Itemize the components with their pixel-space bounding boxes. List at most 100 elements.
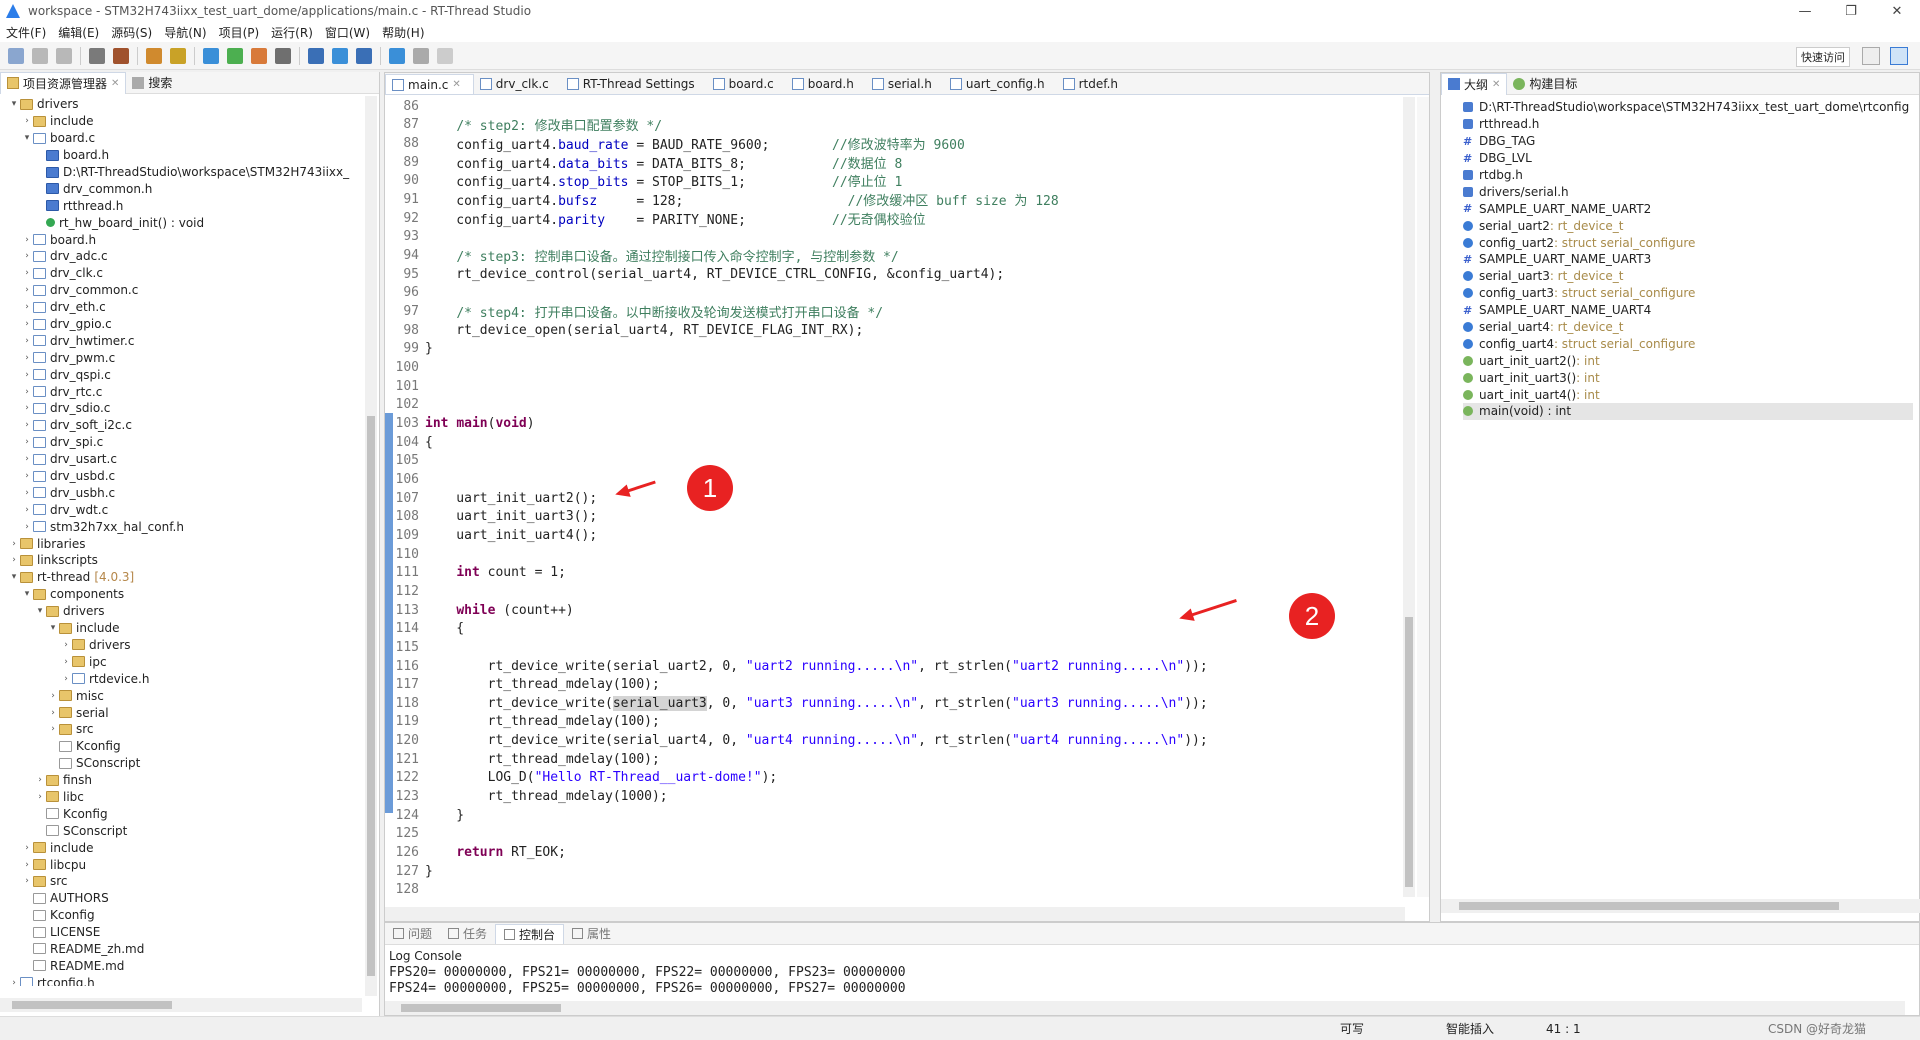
tree-row[interactable]: rtthread.h <box>0 197 362 214</box>
code-line[interactable]: 108 uart_init_uart3(); <box>385 507 1405 526</box>
chevron-down-icon[interactable]: ▾ <box>21 589 33 599</box>
chevron-right-icon[interactable]: › <box>21 387 33 397</box>
tree-row[interactable]: › drivers <box>0 637 362 654</box>
outline-item[interactable]: uart_init_uart3() : int <box>1463 369 1913 386</box>
code-line[interactable]: 86 <box>385 97 1405 116</box>
tree-row[interactable]: Kconfig <box>0 907 362 924</box>
chevron-right-icon[interactable]: › <box>21 319 33 329</box>
outline-item[interactable]: serial_uart2 : rt_device_t <box>1463 217 1913 234</box>
tree-row[interactable]: › drv_sdio.c <box>0 400 362 417</box>
tree-row[interactable]: › drv_pwm.c <box>0 349 362 366</box>
chevron-right-icon[interactable]: › <box>34 792 46 802</box>
chevron-right-icon[interactable]: › <box>21 116 33 126</box>
chevron-right-icon[interactable]: › <box>8 539 20 549</box>
code-line[interactable]: 118 rt_device_write(serial_uart3, 0, "ua… <box>385 694 1405 713</box>
chevron-right-icon[interactable]: › <box>21 285 33 295</box>
outline-item[interactable]: # SAMPLE_UART_NAME_UART4 <box>1463 302 1913 319</box>
outline-horizontal-scrollbar[interactable] <box>1441 899 1920 913</box>
menu-window[interactable]: 窗口(W) <box>319 24 376 41</box>
outline-item[interactable]: serial_uart4 : rt_device_t <box>1463 319 1913 336</box>
flash-icon[interactable] <box>356 47 372 64</box>
tab-search[interactable]: 搜索 <box>126 72 178 94</box>
close-button[interactable]: ✕ <box>1874 0 1920 22</box>
tree-row[interactable]: › drv_usart.c <box>0 451 362 468</box>
code-line[interactable]: 106 <box>385 470 1405 489</box>
tree-row[interactable]: › drv_usbh.c <box>0 484 362 501</box>
save-icon[interactable] <box>32 47 48 64</box>
tree-row[interactable]: › serial <box>0 704 362 721</box>
code-line[interactable]: 105 <box>385 451 1405 470</box>
debug-icon[interactable] <box>203 47 219 64</box>
code-line[interactable]: 91 config_uart4.bufsz = 128; //修改缓冲区 buf… <box>385 190 1405 209</box>
editor-tab[interactable]: RT-Thread Settings <box>561 74 707 94</box>
open-perspective-icon[interactable] <box>1862 47 1880 65</box>
chevron-down-icon[interactable]: ▾ <box>21 133 33 143</box>
menu-project[interactable]: 项目(P) <box>213 24 266 41</box>
tree-row[interactable]: › finsh <box>0 772 362 789</box>
tab-project-explorer[interactable]: 项目资源管理器 ✕ <box>0 71 127 94</box>
terminal-icon[interactable] <box>275 47 291 64</box>
code-line[interactable]: 97 /* step4: 打开串口设备。以中断接收及轮询发送模式打开串口设备 *… <box>385 302 1405 321</box>
outline-item[interactable]: serial_uart3 : rt_device_t <box>1463 268 1913 285</box>
tree-row[interactable]: › include <box>0 839 362 856</box>
tree-row[interactable]: › src <box>0 721 362 738</box>
settings-icon[interactable] <box>170 47 186 64</box>
outline-item[interactable]: config_uart3 : struct serial_configure <box>1463 285 1913 302</box>
code-line[interactable]: 101 <box>385 377 1405 396</box>
editor-tab[interactable]: board.h <box>786 74 866 94</box>
menu-help[interactable]: 帮助(H) <box>376 24 430 41</box>
menu-file[interactable]: 文件(F) <box>0 24 52 41</box>
close-icon[interactable]: ✕ <box>452 79 460 90</box>
tree-row[interactable]: › src <box>0 873 362 890</box>
chevron-right-icon[interactable]: › <box>8 978 20 986</box>
code-line[interactable]: 87 /* step2: 修改串口配置参数 */ <box>385 116 1405 134</box>
tree-row[interactable]: README.md <box>0 957 362 974</box>
code-line[interactable]: 114 { <box>385 619 1405 638</box>
outline-item[interactable]: # DBG_LVL <box>1463 150 1913 167</box>
chevron-right-icon[interactable]: › <box>21 876 33 886</box>
code-line[interactable]: 100 <box>385 358 1405 377</box>
tree-row[interactable]: › drv_common.c <box>0 282 362 299</box>
chevron-right-icon[interactable]: › <box>60 657 72 667</box>
code-area[interactable]: 86 87 /* step2: 修改串口配置参数 */88 config_uart… <box>385 97 1405 900</box>
outline-item[interactable]: # DBG_TAG <box>1463 133 1913 150</box>
code-line[interactable]: 88 config_uart4.baud_rate = BAUD_RATE_96… <box>385 134 1405 153</box>
code-line[interactable]: 99} <box>385 340 1405 359</box>
sdk-manager-icon[interactable] <box>251 47 267 64</box>
package-icon[interactable] <box>332 47 348 64</box>
tree-row[interactable]: AUTHORS <box>0 890 362 907</box>
tree-row[interactable]: ▾ drivers <box>0 96 362 113</box>
outline-item[interactable]: main(void) : int <box>1463 403 1913 420</box>
tab-build-targets[interactable]: 构建目标 <box>1507 73 1583 95</box>
editor-vertical-scrollbar[interactable] <box>1403 97 1415 897</box>
outline-item[interactable]: D:\RT-ThreadStudio\workspace\STM32H743ii… <box>1463 99 1913 116</box>
chevron-right-icon[interactable]: › <box>21 353 33 363</box>
tree-row[interactable]: ▾ board.c <box>0 130 362 147</box>
chevron-right-icon[interactable]: › <box>47 708 59 718</box>
code-line[interactable]: 96 <box>385 284 1405 303</box>
code-line[interactable]: 90 config_uart4.stop_bits = STOP_BITS_1;… <box>385 172 1405 190</box>
menu-run[interactable]: 运行(R) <box>265 24 319 41</box>
chevron-right-icon[interactable]: › <box>21 437 33 447</box>
chevron-right-icon[interactable]: › <box>8 555 20 565</box>
chevron-right-icon[interactable]: › <box>21 488 33 498</box>
chevron-right-icon[interactable]: › <box>21 235 33 245</box>
code-line[interactable]: 95 rt_device_control(serial_uart4, RT_DE… <box>385 265 1405 284</box>
code-line[interactable]: 92 config_uart4.parity = PARITY_NONE; //… <box>385 209 1405 228</box>
code-line[interactable]: 122 LOG_D("Hello RT-Thread__uart-dome!")… <box>385 769 1405 788</box>
code-line[interactable]: 128 <box>385 881 1405 900</box>
code-line[interactable]: 123 rt_thread_mdelay(1000); <box>385 787 1405 806</box>
code-line[interactable]: 103 int main(void) <box>385 414 1405 433</box>
console-tab[interactable]: 问题 <box>385 924 440 944</box>
outline-item[interactable]: # SAMPLE_UART_NAME_UART2 <box>1463 200 1913 217</box>
code-line[interactable]: 98 rt_device_open(serial_uart4, RT_DEVIC… <box>385 321 1405 340</box>
editor-tab[interactable]: board.c <box>707 74 786 94</box>
tree-row[interactable]: Kconfig <box>0 805 362 822</box>
tree-row[interactable]: › libc <box>0 789 362 806</box>
console-tab[interactable]: 任务 <box>440 924 495 944</box>
c-perspective-icon[interactable] <box>1890 47 1908 65</box>
tree-row[interactable]: › drv_spi.c <box>0 434 362 451</box>
tree-row[interactable]: Kconfig <box>0 738 362 755</box>
chevron-right-icon[interactable]: › <box>34 775 46 785</box>
chevron-down-icon[interactable]: ▾ <box>8 99 20 109</box>
